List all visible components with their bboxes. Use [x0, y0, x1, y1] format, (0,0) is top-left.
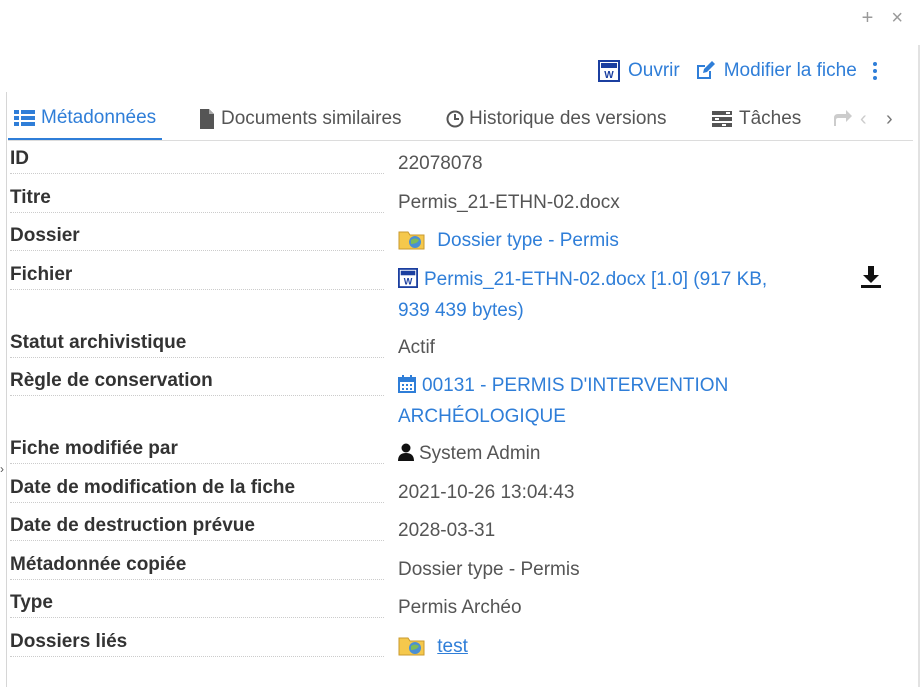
clock-icon — [446, 110, 464, 128]
value-copied-metadata: Dossier type - Permis — [398, 559, 580, 580]
value-retention-rule-wrap: 00131 - PERMIS D'INTERVENTION ARCHÉOLOGI… — [398, 365, 728, 433]
linked-folder-link[interactable]: test — [437, 636, 468, 657]
left-panel-border — [6, 92, 7, 687]
share-icon[interactable] — [832, 108, 852, 128]
open-label: Ouvrir — [628, 60, 680, 81]
metadata-row-title: Titre Permis_21-ETHN-02.docx — [10, 182, 915, 220]
user-icon — [398, 443, 414, 461]
tab-label: Documents similaires — [221, 108, 402, 129]
edit-icon — [696, 61, 715, 79]
tab-bar: Métadonnées Documents similaires Histori… — [8, 98, 913, 141]
window-controls: + × — [862, 8, 903, 28]
metadata-table: ID 22078078 Titre Permis_21-ETHN-02.docx… — [10, 143, 915, 665]
tab-tasks[interactable]: Tâches — [712, 98, 801, 140]
document-icon — [200, 109, 214, 129]
value-archival-status: Actif — [398, 337, 435, 358]
value-modified-date: 2021-10-26 13:04:43 — [398, 482, 575, 503]
retention-rule-link[interactable]: 00131 - PERMIS D'INTERVENTION — [422, 375, 728, 396]
label-modified-date: Date de modification de la fiche — [10, 472, 384, 503]
label-retention-rule: Règle de conservation — [10, 365, 384, 396]
value-file-wrap: W Permis_21-ETHN-02.docx [1.0] (917 KB, … — [398, 259, 767, 327]
svg-text:W: W — [604, 70, 614, 81]
label-id: ID — [10, 143, 384, 174]
label-modified-by: Fiche modifiée par — [10, 433, 384, 464]
label-type: Type — [10, 587, 384, 618]
tabs-scroll-left-icon[interactable]: ‹ — [860, 108, 867, 131]
caret-right-icon[interactable]: › — [0, 462, 4, 476]
tasks-icon — [712, 111, 732, 127]
value-id: 22078078 — [398, 153, 483, 174]
label-linked-folders: Dossiers liés — [10, 626, 384, 657]
metadata-row-folder: Dossier Dossier type - Permis — [10, 220, 915, 259]
label-archival-status: Statut archivistique — [10, 327, 384, 358]
tab-label: Tâches — [739, 108, 802, 129]
value-title: Permis_21-ETHN-02.docx — [398, 192, 620, 213]
metadata-row-copied-metadata: Métadonnée copiée Dossier type - Permis — [10, 549, 915, 587]
tab-version-history[interactable]: Historique des versions — [446, 98, 666, 140]
metadata-row-linked-folders: Dossiers liés test — [10, 626, 915, 665]
add-icon[interactable]: + — [862, 8, 874, 28]
retention-rule-link-cont[interactable]: ARCHÉOLOGIQUE — [398, 406, 566, 427]
tab-label: Historique des versions — [469, 108, 667, 129]
metadata-row-modified-date: Date de modification de la fiche 2021-10… — [10, 472, 915, 510]
close-icon[interactable]: × — [891, 8, 903, 28]
value-linked-folders-wrap: test — [398, 626, 468, 665]
edit-record-button[interactable]: Modifier la fiche — [694, 60, 857, 82]
metadata-row-file: Fichier W Permis_21-ETHN-02.docx [1.0] (… — [10, 259, 915, 327]
tab-label: Métadonnées — [41, 107, 157, 128]
metadata-row-archival-status: Statut archivistique Actif — [10, 327, 915, 365]
tabs-scroll-right-icon[interactable]: › — [886, 108, 893, 131]
tab-metadata[interactable]: Métadonnées — [8, 98, 163, 140]
file-link-size[interactable]: 939 439 bytes) — [398, 300, 524, 321]
metadata-row-retention-rule: Règle de conservation 00131 - PERMIS D'I… — [10, 365, 915, 433]
tab-similar-documents[interactable]: Documents similaires — [198, 98, 402, 140]
metadata-row-destruction-date: Date de destruction prévue 2028-03-31 — [10, 510, 915, 549]
folder-icon — [398, 637, 425, 656]
calendar-icon — [398, 375, 416, 393]
folder-icon — [398, 231, 425, 250]
label-file: Fichier — [10, 259, 384, 290]
value-modified-by-wrap: System Admin — [398, 433, 540, 472]
word-doc-icon: W — [598, 60, 620, 82]
list-icon — [14, 110, 35, 126]
file-link[interactable]: Permis_21-ETHN-02.docx [1.0] (917 KB, — [424, 269, 767, 290]
svg-text:W: W — [404, 276, 413, 286]
value-folder-wrap: Dossier type - Permis — [398, 220, 619, 259]
metadata-row-id: ID 22078078 — [10, 143, 915, 182]
label-copied-metadata: Métadonnée copiée — [10, 549, 384, 580]
open-button[interactable]: W Ouvrir — [598, 60, 680, 82]
modified-by-name: System Admin — [419, 443, 541, 464]
word-doc-icon: W — [398, 268, 418, 288]
value-destruction-date: 2028-03-31 — [398, 520, 496, 541]
metadata-row-modified-by: Fiche modifiée par System Admin — [10, 433, 915, 472]
label-destruction-date: Date de destruction prévue — [10, 510, 384, 541]
action-bar: W Ouvrir Modifier la fiche — [598, 58, 877, 84]
more-options-icon[interactable] — [872, 62, 877, 80]
value-type: Permis Archéo — [398, 597, 522, 618]
download-icon[interactable] — [860, 265, 882, 289]
label-folder: Dossier — [10, 220, 384, 251]
metadata-row-type: Type Permis Archéo — [10, 587, 915, 626]
folder-link[interactable]: Dossier type - Permis — [437, 230, 619, 251]
right-scrollbar-track[interactable] — [918, 45, 920, 687]
label-title: Titre — [10, 182, 384, 213]
edit-label: Modifier la fiche — [723, 60, 857, 81]
